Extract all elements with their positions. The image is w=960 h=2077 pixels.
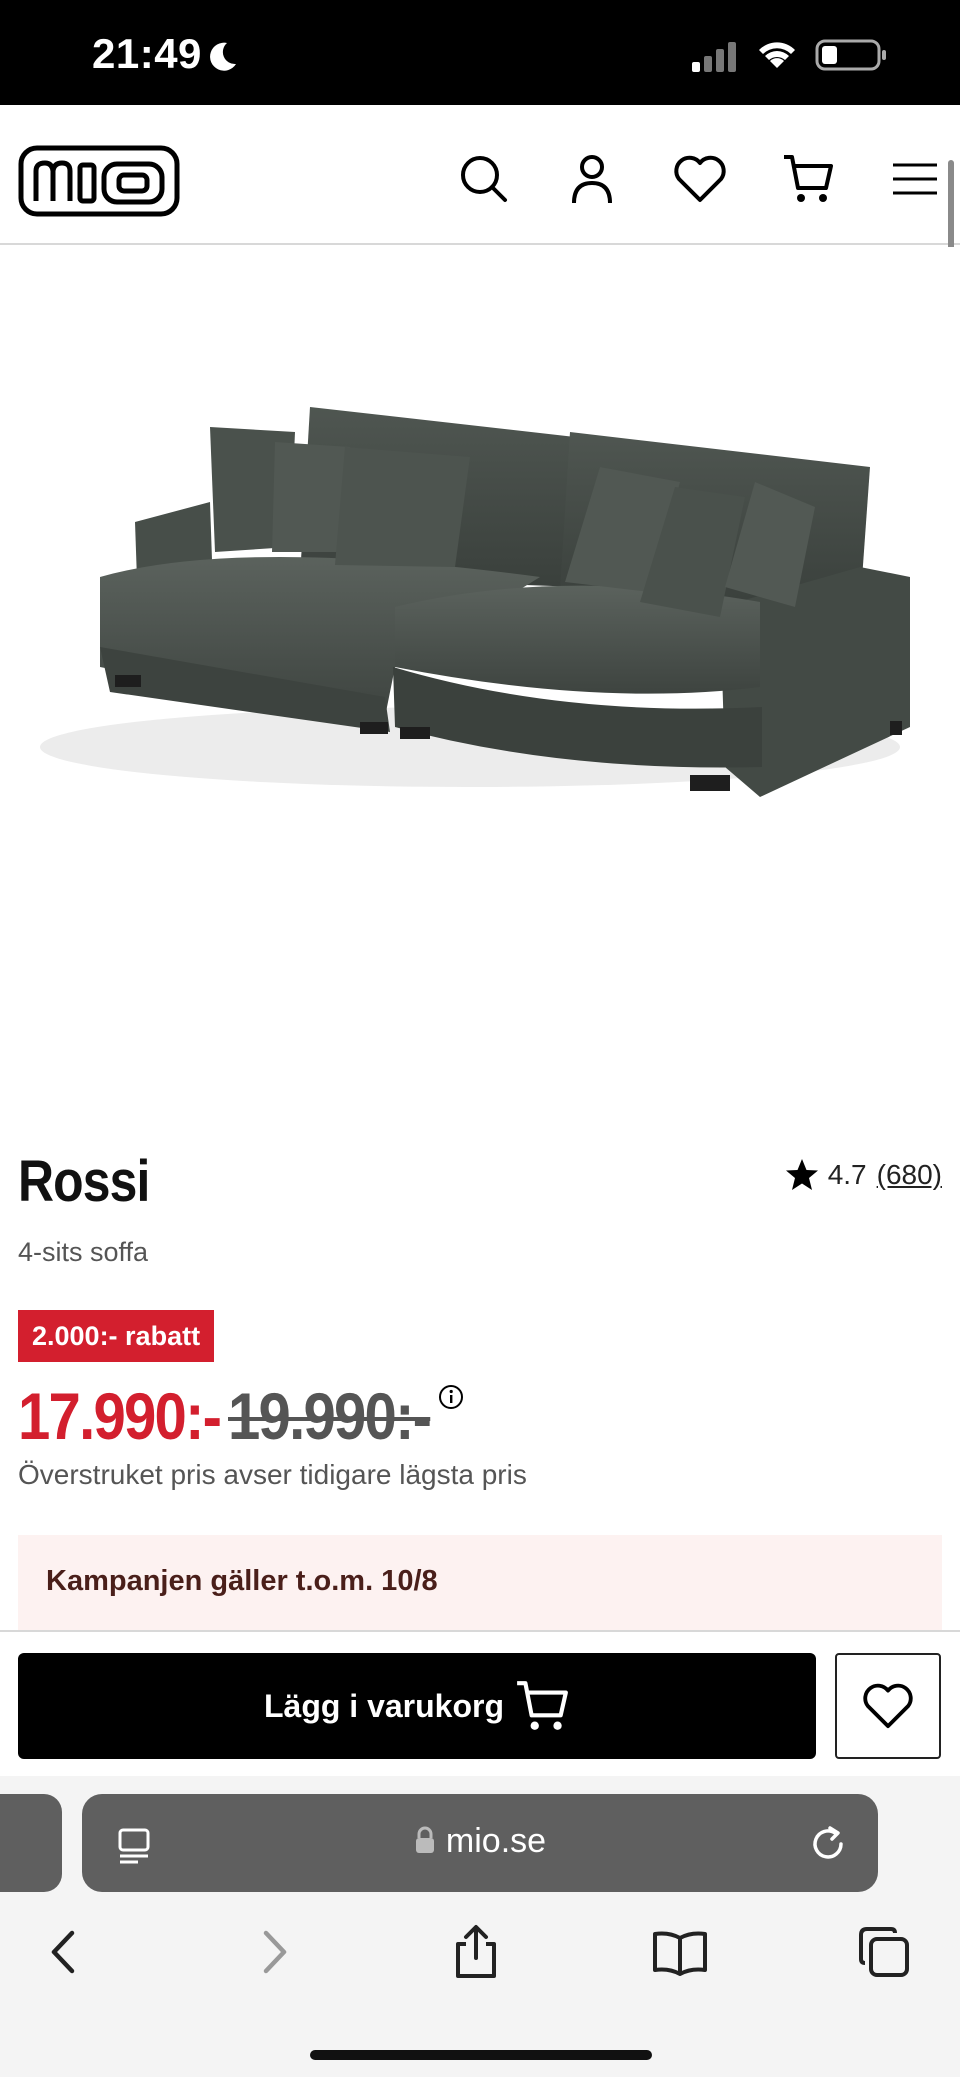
tabs-icon xyxy=(859,1927,909,1977)
browser-toolbar: mio.se xyxy=(0,1776,960,2077)
mio-logo[interactable] xyxy=(18,145,180,217)
info-icon[interactable] xyxy=(438,1384,464,1410)
cart-icon xyxy=(784,155,833,202)
search-button[interactable] xyxy=(456,151,512,207)
url-text: mio.se xyxy=(445,1822,547,1860)
bookmarks-button[interactable] xyxy=(650,1922,710,1982)
home-indicator xyxy=(310,2050,652,2060)
review-count-link[interactable]: (680) xyxy=(877,1159,942,1191)
cart-button[interactable] xyxy=(780,151,836,207)
search-icon xyxy=(461,156,507,202)
back-button[interactable] xyxy=(34,1922,94,1982)
account-icon xyxy=(572,155,612,204)
share-button[interactable] xyxy=(446,1922,506,1982)
campaign-banner: Kampanjen gäller t.o.m. 10/8 xyxy=(18,1535,942,1635)
buy-bar: Lägg i varukorg xyxy=(0,1630,960,1776)
cart-icon xyxy=(517,1681,568,1730)
add-to-wishlist-button[interactable] xyxy=(835,1653,941,1759)
wifi-icon xyxy=(759,42,795,68)
signal-icon xyxy=(692,42,736,72)
moon-icon xyxy=(210,42,236,71)
campaign-text: Kampanjen gäller t.o.m. 10/8 xyxy=(46,1565,438,1597)
chevron-left-icon xyxy=(51,1930,75,1974)
product-title: Rossi xyxy=(18,1149,150,1214)
product-image[interactable] xyxy=(0,247,960,1097)
book-icon xyxy=(653,1931,707,1976)
price-row: 17.990:- 19.990:- xyxy=(18,1378,464,1454)
rating-value: 4.7 xyxy=(827,1159,867,1190)
chevron-right-icon xyxy=(263,1930,287,1974)
site-header xyxy=(0,105,960,245)
add-to-cart-button[interactable]: Lägg i varukorg xyxy=(18,1653,816,1759)
reload-icon[interactable] xyxy=(808,1824,848,1864)
product-subtitle: 4-sits soffa xyxy=(18,1237,149,1267)
sofa-image xyxy=(40,407,910,797)
old-price: 19.990:- xyxy=(228,1379,432,1453)
wishlist-button[interactable] xyxy=(672,151,728,207)
product-rating[interactable]: 4.7 (680) xyxy=(784,1157,942,1193)
address-bar[interactable]: mio.se xyxy=(82,1794,878,1892)
current-price: 17.990:- xyxy=(18,1379,222,1453)
forward-button[interactable] xyxy=(244,1922,304,1982)
battery-icon xyxy=(815,39,886,71)
status-bar: 21:49 xyxy=(0,0,960,105)
status-time: 21:49 xyxy=(92,30,202,77)
price-note: Överstruket pris avser tidigare lägsta p… xyxy=(18,1459,527,1490)
menu-icon xyxy=(893,163,937,195)
heart-icon xyxy=(863,1683,913,1729)
add-to-cart-label: Lägg i varukorg xyxy=(263,1687,505,1724)
previous-tab-peek[interactable] xyxy=(0,1794,62,1892)
url-display[interactable]: mio.se xyxy=(82,1822,878,1861)
menu-button[interactable] xyxy=(887,151,943,207)
account-button[interactable] xyxy=(564,151,620,207)
share-icon xyxy=(456,1925,496,1978)
lock-icon xyxy=(415,1826,434,1853)
heart-icon xyxy=(674,155,726,202)
tabs-button[interactable] xyxy=(854,1922,914,1982)
discount-badge: 2.000:- rabatt xyxy=(18,1310,215,1362)
star-icon xyxy=(785,1159,818,1190)
